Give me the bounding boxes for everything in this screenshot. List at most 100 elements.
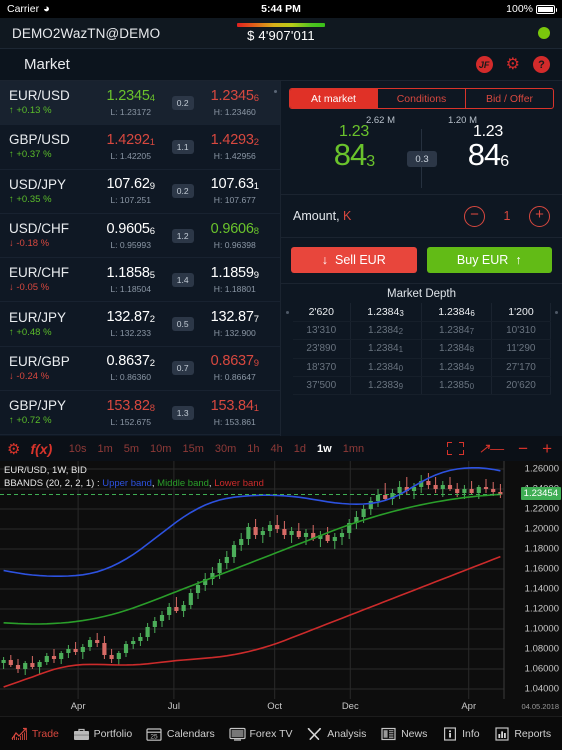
quote-bid-group[interactable]: 1.23454 L: 1.23172: [91, 88, 170, 118]
table-row[interactable]: 2'620 1.23843 1.23846 1'200: [281, 303, 562, 322]
bid-quote[interactable]: 1.23 843: [287, 124, 421, 170]
quote-row[interactable]: GBP/JPY ↑ +0.72 % 153.828 L: 152.675 1.3…: [0, 391, 280, 435]
tab-news[interactable]: News: [380, 726, 427, 741]
timeframe-button[interactable]: 1d: [288, 443, 311, 455]
order-tab[interactable]: Bid / Offer: [466, 89, 553, 108]
quote-row[interactable]: AUD/USD 0.78004 0.78013: [0, 435, 280, 436]
price-chart[interactable]: EUR/USD, 1W, BID BBANDS (20, 2, 2, 1) : …: [0, 461, 562, 716]
chart-legend: EUR/USD, 1W, BID BBANDS (20, 2, 2, 1) : …: [0, 461, 264, 491]
quote-ask: 107.631: [196, 176, 275, 194]
order-tab[interactable]: At market: [290, 89, 378, 108]
quote-row[interactable]: EUR/USD ↑ +0.13 % 1.23454 L: 1.23172 0.2…: [0, 81, 280, 125]
quote-ask-group[interactable]: 153.841 H: 153.861: [196, 398, 275, 428]
quote-pair-group: EUR/USD ↑ +0.13 %: [9, 88, 91, 117]
tab-portfolio[interactable]: Portfolio: [73, 726, 133, 741]
depth-bid-price: 1.23843: [350, 303, 421, 322]
tab-label: Analysis: [327, 728, 366, 740]
sell-button[interactable]: ↓ Sell EUR: [291, 247, 417, 273]
quote-bid-group[interactable]: 153.828 L: 152.675: [91, 398, 170, 428]
tab-info[interactable]: Info: [441, 726, 480, 741]
quote-bid-group[interactable]: 107.629 L: 107.251: [91, 176, 170, 206]
account-name[interactable]: DEMO2WazTN@DEMO: [12, 26, 160, 41]
table-row[interactable]: 37'500 1.23839 1.23850 20'620: [281, 376, 562, 394]
price-tick: 1.20000: [525, 524, 559, 535]
amount-value[interactable]: 1: [502, 209, 512, 223]
quote-row[interactable]: USD/CHF ↓ -0.18 % 0.96056 L: 0.95993 1.2…: [0, 214, 280, 258]
amount-increase-button[interactable]: +: [529, 206, 550, 227]
timeframe-button[interactable]: 5m: [118, 443, 144, 455]
chart-settings-gear-icon[interactable]: ⚙: [7, 440, 20, 458]
gear-icon[interactable]: ⚙: [506, 57, 520, 73]
jf-logo-icon[interactable]: [476, 56, 493, 73]
timeframe-button[interactable]: 1m: [92, 443, 118, 455]
timeframe-button[interactable]: 10m: [145, 443, 177, 455]
quote-pair: EUR/USD: [9, 88, 91, 103]
quote-bid-group[interactable]: 1.18585 L: 1.18504: [91, 265, 170, 295]
price-tick: 1.16000: [525, 564, 559, 575]
table-row[interactable]: 18'370 1.23840 1.23849 27'170: [281, 358, 562, 376]
quote-ask-group[interactable]: 1.42932 H: 1.42956: [196, 132, 275, 162]
zoom-in-button[interactable]: +: [542, 440, 552, 457]
tab-calendars[interactable]: 25 Calendars: [146, 726, 215, 741]
timeframe-button[interactable]: 1mn: [337, 443, 369, 455]
quote-row[interactable]: GBP/USD ↑ +0.37 % 1.42921 L: 1.42205 1.1…: [0, 125, 280, 169]
draw-tool-icon[interactable]: ↗—: [478, 440, 504, 457]
quote-list[interactable]: EUR/USD ↑ +0.13 % 1.23454 L: 1.23172 0.2…: [0, 81, 281, 436]
quote-spread: 1.3: [172, 406, 194, 420]
timeframe-button[interactable]: 15m: [177, 443, 209, 455]
quote-bid-group[interactable]: 132.872 L: 132.233: [91, 309, 170, 339]
timeframe-button[interactable]: 1h: [242, 443, 265, 455]
quote-ask-group[interactable]: 0.86379 H: 0.86647: [196, 353, 275, 383]
table-row[interactable]: 23'890 1.23841 1.23848 11'290: [281, 340, 562, 358]
depth-ask-volume: 11'290: [492, 340, 550, 358]
market-depth-title: Market Depth: [281, 288, 562, 300]
quote-row[interactable]: USD/JPY ↑ +0.35 % 107.629 L: 107.251 0.2…: [0, 170, 280, 214]
order-type-tabs[interactable]: At marketConditionsBid / Offer: [289, 88, 554, 109]
order-tab[interactable]: Conditions: [378, 89, 466, 108]
quote-box: 2.62 M 1.20 M 1.23 843 1.23 846: [281, 109, 562, 195]
quote-ask: 0.86379: [196, 353, 275, 371]
trade-panel: At marketConditionsBid / Offer 2.62 M 1.…: [281, 81, 562, 436]
amount-decrease-button[interactable]: −: [464, 206, 485, 227]
ask-quote[interactable]: 1.23 846: [421, 124, 555, 170]
tab-reports[interactable]: Reports: [493, 726, 551, 741]
bottom-tab-bar[interactable]: Trade Portfolio 25 Calendars Forex TV An…: [0, 716, 562, 750]
timeframe-group[interactable]: 10s1m5m10m15m30m1h4h1d1w1mn: [63, 443, 369, 455]
tab-label: Forex TV: [250, 728, 293, 740]
connection-status-dot: [538, 27, 550, 39]
timeframe-button[interactable]: 10s: [63, 443, 92, 455]
quote-ask-group[interactable]: 0.96068 H: 0.96398: [196, 221, 275, 251]
timeframe-button[interactable]: 1w: [312, 443, 338, 455]
quote-bid-group[interactable]: 1.42921 L: 1.42205: [91, 132, 170, 162]
quote-spread: 0.5: [172, 317, 194, 331]
buy-button[interactable]: Buy EUR ↑: [427, 247, 553, 273]
quote-ask-group[interactable]: 132.877 H: 132.900: [196, 309, 275, 339]
tab-label: Trade: [32, 728, 59, 740]
timeframe-button[interactable]: 30m: [209, 443, 241, 455]
indicator-separator: :: [97, 478, 100, 489]
quote-row[interactable]: EUR/GBP ↓ -0.24 % 0.86372 L: 0.86360 0.7…: [0, 347, 280, 391]
indicator-fx-button[interactable]: f(x): [30, 441, 52, 457]
zoom-out-button[interactable]: −: [518, 440, 528, 457]
tab-analysis[interactable]: Analysis: [306, 726, 366, 741]
quote-change: ↑ +0.48 %: [9, 327, 91, 339]
market-title-bar: Market ⚙ ?: [0, 49, 562, 81]
help-icon[interactable]: ?: [533, 56, 550, 73]
quote-change: ↑ +0.72 %: [9, 415, 91, 427]
fullscreen-icon[interactable]: [447, 442, 464, 455]
quote-bid-group[interactable]: 0.96056 L: 0.95993: [91, 221, 170, 251]
table-row[interactable]: 13'310 1.23842 1.23847 10'310: [281, 322, 562, 340]
quote-row[interactable]: EUR/CHF ↓ -0.05 % 1.18585 L: 1.18504 1.4…: [0, 258, 280, 302]
quote-row[interactable]: EUR/JPY ↑ +0.48 % 132.872 L: 132.233 0.5…: [0, 302, 280, 346]
tab-label: Portfolio: [94, 728, 133, 740]
tab-forex-tv[interactable]: Forex TV: [229, 726, 293, 741]
amount-row: Amount, K − 1 +: [281, 195, 562, 238]
timeframe-button[interactable]: 4h: [265, 443, 288, 455]
quote-ask-group[interactable]: 107.631 H: 107.677: [196, 176, 275, 206]
tab-trade[interactable]: Trade: [11, 726, 59, 741]
price-tick: 1.12000: [525, 604, 559, 615]
quote-bid-group[interactable]: 0.86372 L: 0.86360: [91, 353, 170, 383]
quote-bid: 107.629: [91, 176, 170, 194]
quote-ask-group[interactable]: 1.18599 H: 1.18801: [196, 265, 275, 295]
quote-ask-group[interactable]: 1.23456 H: 1.23460: [196, 88, 275, 118]
